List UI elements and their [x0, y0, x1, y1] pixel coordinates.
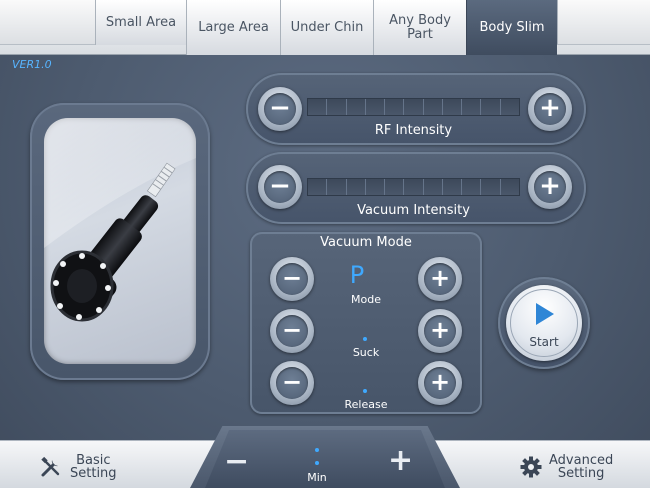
rf-increase-button[interactable]: +	[528, 87, 572, 131]
play-icon	[536, 303, 554, 325]
plus-icon: +	[539, 93, 561, 123]
basic-setting-button[interactable]: Basic Setting	[40, 454, 117, 480]
vacuum-mode-title: Vacuum Mode	[320, 235, 412, 250]
mode-decrease-button[interactable]: −	[270, 257, 314, 301]
suck-decrease-core: −	[276, 315, 308, 347]
release-decrease-button[interactable]: −	[270, 361, 314, 405]
minus-icon: −	[281, 264, 303, 292]
mode-label: Mode	[351, 293, 381, 306]
rf-increase-core: +	[534, 93, 566, 125]
vacuum-increase-core: +	[534, 171, 566, 203]
tab-body-slim-label: Body Slim	[479, 19, 545, 35]
tab-body-slim[interactable]: Body Slim	[466, 0, 557, 55]
mode-decrease-core: −	[276, 263, 308, 295]
min-label: Min	[307, 471, 327, 484]
release-increase-core: +	[424, 367, 456, 399]
minus-icon: −	[281, 368, 303, 396]
suck-label: Suck	[352, 346, 380, 359]
rf-intensity-label: RF Intensity	[374, 123, 453, 138]
mode-value: P	[349, 261, 365, 289]
rf-level-track	[307, 98, 520, 116]
minus-icon: −	[269, 171, 291, 201]
tabbar-right-filler	[557, 0, 650, 45]
release-increase-button[interactable]: +	[418, 361, 462, 405]
basic-setting-text: Basic Setting	[70, 454, 117, 480]
plus-icon: +	[539, 171, 561, 201]
rf-decrease-core: −	[264, 93, 296, 125]
tab-small-area-label: Small Area	[105, 14, 177, 30]
vacuum-intensity-label: Vacuum Intensity	[357, 203, 470, 218]
suck-decrease-button[interactable]: −	[270, 309, 314, 353]
min-indicator-dot-bottom	[315, 461, 319, 465]
mode-increase-core: +	[424, 263, 456, 295]
basic-setting-line2: Setting	[70, 466, 117, 481]
release-decrease-core: −	[276, 367, 308, 399]
release-label: Release	[344, 398, 388, 411]
plus-icon: +	[429, 316, 451, 344]
tab-any-body-part[interactable]: Any Body Part	[373, 0, 466, 55]
handpiece-image	[44, 118, 196, 364]
tab-under-chin-label: Under Chin	[290, 19, 364, 35]
wrench-icon	[41, 456, 60, 477]
advanced-setting-line2: Setting	[557, 466, 605, 481]
gear-icon	[520, 456, 542, 478]
vacuum-decrease-button[interactable]: −	[258, 165, 302, 209]
plus-icon: +	[429, 368, 451, 396]
tabs: Small Area Large Area Under Chin Any Bod…	[95, 0, 557, 55]
vacuum-increase-button[interactable]: +	[528, 165, 572, 209]
tabbar-left-filler	[0, 0, 95, 45]
advanced-setting-text: Advanced Setting	[549, 454, 613, 480]
min-indicator-dot-top	[315, 448, 319, 452]
vacuum-decrease-core: −	[264, 171, 296, 203]
global-minus-button[interactable]: −	[224, 447, 249, 477]
suck-increase-core: +	[424, 315, 456, 347]
suck-value-indicator	[363, 337, 367, 341]
tab-any-body-part-label: Any Body Part	[389, 12, 451, 42]
rf-decrease-button[interactable]: −	[258, 87, 302, 131]
mode-increase-button[interactable]: +	[418, 257, 462, 301]
advanced-setting-button[interactable]: Advanced Setting	[520, 454, 613, 480]
plus-icon: +	[429, 264, 451, 292]
vacuum-level-track	[307, 178, 520, 196]
release-value-indicator	[363, 389, 367, 393]
tab-small-area[interactable]: Small Area	[95, 0, 186, 45]
tab-large-area-label: Large Area	[198, 19, 269, 35]
tab-under-chin[interactable]: Under Chin	[280, 0, 373, 55]
mode-tab-bar: Small Area Large Area Under Chin Any Bod…	[0, 0, 650, 55]
global-plus-button[interactable]: +	[388, 446, 413, 476]
start-label: Start	[529, 335, 559, 349]
suck-increase-button[interactable]: +	[418, 309, 462, 353]
minus-icon: −	[281, 316, 303, 344]
start-button[interactable]: Start	[506, 285, 582, 361]
handpiece-illustration	[44, 118, 196, 322]
minus-icon: −	[269, 93, 291, 123]
tab-large-area[interactable]: Large Area	[186, 0, 280, 55]
version-label: VER1.0	[12, 58, 52, 71]
